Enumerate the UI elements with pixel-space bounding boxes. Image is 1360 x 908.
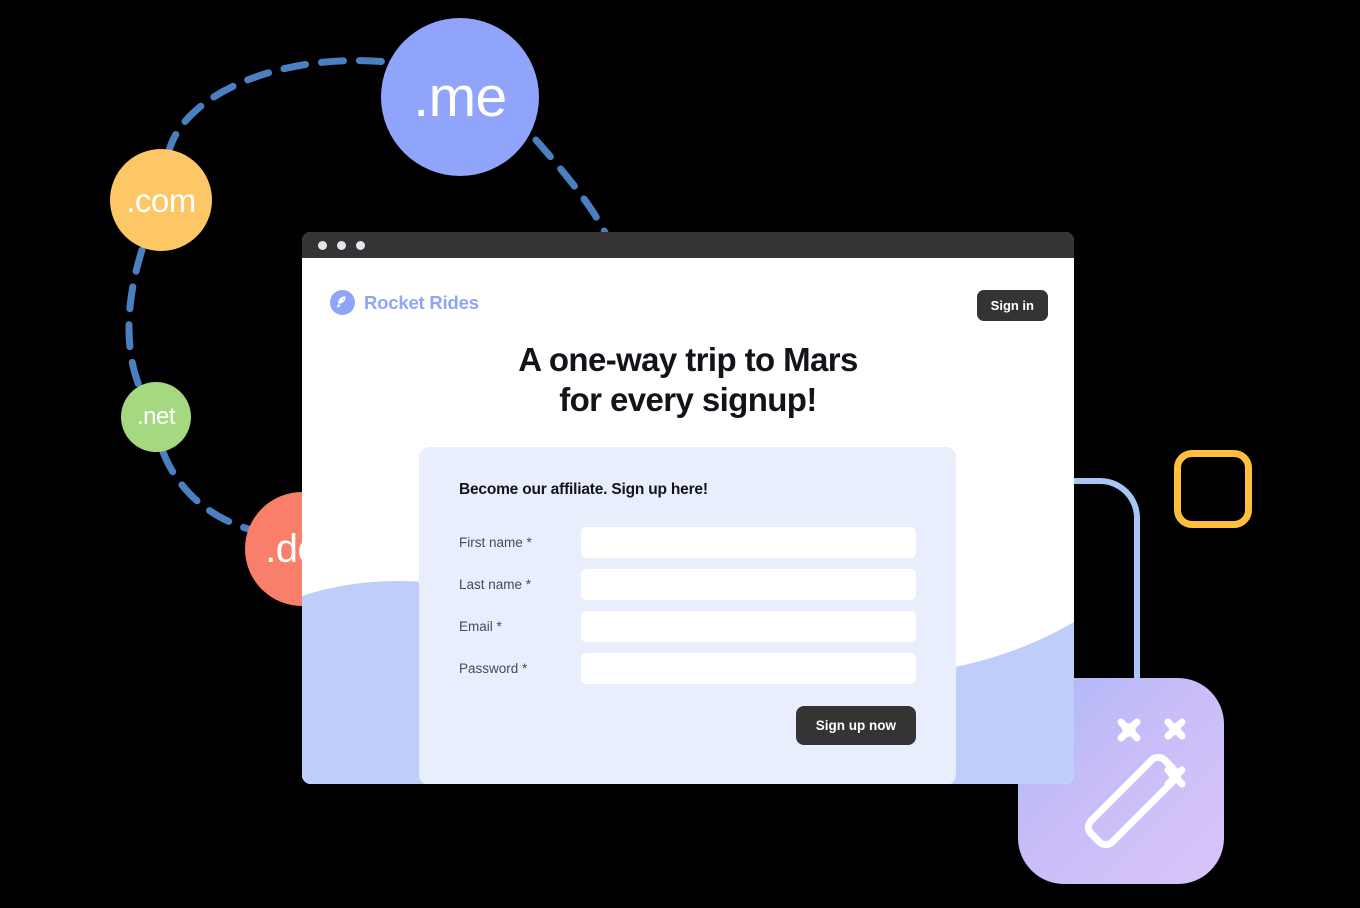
- sign-up-now-button[interactable]: Sign up now: [795, 706, 916, 745]
- browser-viewport: Rocket Rides Sign in A one-way trip to M…: [302, 258, 1074, 784]
- browser-window: Rocket Rides Sign in A one-way trip to M…: [302, 232, 1074, 784]
- form-row-last-name: Last name *: [459, 569, 916, 600]
- signup-form-card: Become our affiliate. Sign up here! Firs…: [419, 447, 956, 784]
- window-close-dot[interactable]: [318, 240, 327, 250]
- last-name-label: Last name *: [459, 577, 532, 592]
- rocket-icon: [330, 290, 355, 315]
- form-title: Become our affiliate. Sign up here!: [459, 481, 708, 498]
- connector-com-to-me: [164, 57, 392, 159]
- headline-line-2: for every signup!: [559, 381, 817, 419]
- window-minimize-dot[interactable]: [337, 240, 346, 250]
- last-name-input[interactable]: [581, 569, 916, 600]
- domain-bubble-net[interactable]: .net: [121, 382, 191, 452]
- hero-illustration: .me .com .net .dev: [0, 0, 1360, 908]
- domain-bubble-net-label: .net: [136, 403, 176, 430]
- headline-line-1: A one-way trip to Mars: [518, 341, 858, 378]
- first-name-label: First name *: [459, 535, 532, 550]
- email-label: Email *: [459, 619, 502, 634]
- orange-rounded-square-decoration: [1174, 450, 1252, 528]
- domain-bubble-com[interactable]: .com: [110, 149, 212, 251]
- email-input[interactable]: [581, 611, 916, 642]
- form-row-email: Email *: [459, 611, 916, 642]
- password-input[interactable]: [581, 653, 916, 684]
- browser-titlebar: [302, 232, 1074, 258]
- connector-com-to-net: [125, 246, 146, 392]
- sign-in-button[interactable]: Sign in: [976, 290, 1048, 321]
- brand-name: Rocket Rides: [364, 291, 479, 313]
- domain-bubble-com-label: .com: [126, 181, 196, 219]
- form-row-first-name: First name *: [459, 527, 916, 558]
- form-actions: Sign up now: [459, 706, 916, 745]
- connector-net-to-dev: [159, 448, 256, 534]
- first-name-input[interactable]: [581, 527, 916, 558]
- brand-logo[interactable]: Rocket Rides: [330, 290, 479, 315]
- page-headline: A one-way trip to Mars for every signup!: [302, 340, 1074, 421]
- form-row-password: Password *: [459, 653, 916, 684]
- domain-bubble-me[interactable]: .me: [381, 18, 539, 176]
- password-label: Password *: [459, 661, 528, 676]
- window-maximize-dot[interactable]: [356, 240, 365, 250]
- domain-bubble-me-label: .me: [413, 64, 507, 129]
